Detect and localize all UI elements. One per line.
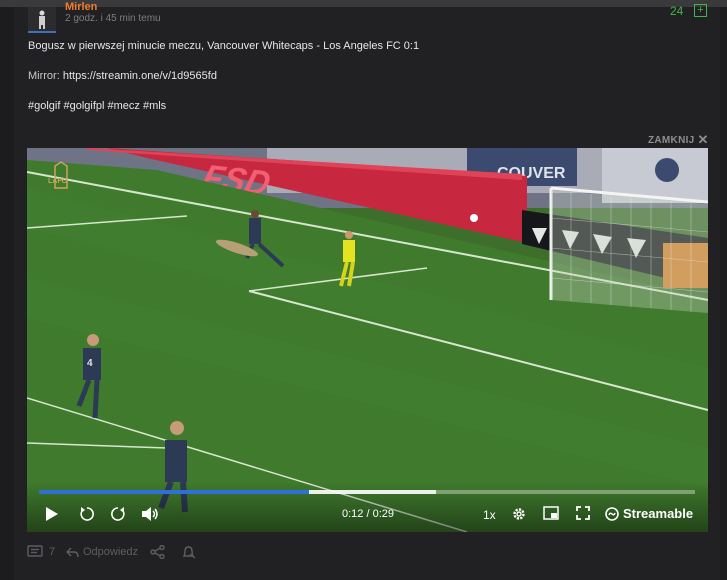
streamable-logo-icon — [605, 506, 619, 521]
avatar[interactable] — [28, 7, 56, 33]
player-number: 4 — [87, 358, 93, 369]
rewind-icon[interactable] — [79, 506, 95, 522]
author-name[interactable]: Mirlen — [65, 1, 97, 13]
avatar-figure — [39, 10, 45, 29]
post-text: Bogusz w pierwszej minucie meczu, Vancou… — [28, 40, 420, 52]
streamable-brand[interactable]: Streamable — [605, 506, 693, 521]
play-icon[interactable] — [45, 506, 59, 522]
video-frame: COUVER FSD 4 LAFC — [27, 148, 708, 532]
post-card: Mirlen 2 godz. i 45 min temu 24 + Bogusz… — [14, 1, 720, 580]
video-player[interactable]: COUVER FSD 4 LAFC 0:12 / 0:29 1x Streama… — [27, 148, 708, 532]
mirror-label: Mirror: — [28, 70, 60, 82]
reply-label: Odpowiedz — [83, 546, 139, 558]
mirror-link[interactable]: https://streamin.one/v/1d9565fd — [63, 70, 217, 82]
upvote-button[interactable]: + — [694, 4, 707, 17]
reply-button[interactable]: Odpowiedz — [65, 545, 138, 559]
settings-gear-icon[interactable] — [511, 506, 527, 522]
share-button[interactable] — [150, 545, 166, 559]
mirror-line: Mirror: https://streamin.one/v/1d9565fd — [28, 70, 217, 82]
post-tags[interactable]: #golgif #golgifpl #mecz #mls — [28, 100, 166, 112]
comments-icon — [27, 545, 43, 557]
close-video-button[interactable]: ZAMKNIJ ✕ — [648, 131, 709, 147]
post-timestamp: 2 godz. i 45 min temu — [65, 13, 161, 24]
speed-button[interactable]: 1x — [483, 508, 496, 522]
share-icon — [150, 545, 165, 559]
streamable-label: Streamable — [623, 506, 694, 521]
volume-icon[interactable] — [141, 506, 159, 522]
fullscreen-icon[interactable] — [576, 506, 590, 520]
reply-icon — [66, 547, 79, 558]
close-icon: ✕ — [697, 132, 709, 147]
progress-played — [39, 490, 310, 494]
forward-icon[interactable] — [110, 506, 126, 522]
comments-count: 7 — [49, 546, 56, 558]
comments-button[interactable]: 7 — [27, 545, 55, 559]
picture-in-picture-icon[interactable] — [543, 506, 559, 520]
video-time: 0:12 / 0:29 — [342, 508, 394, 520]
bell-icon — [182, 546, 196, 559]
lafc-logo: LAFC — [48, 178, 67, 185]
vote-score: 24 — [670, 4, 684, 18]
notify-button[interactable] — [181, 545, 197, 559]
video-progress-bar[interactable] — [39, 490, 695, 494]
top-bar — [0, 0, 727, 7]
close-label: ZAMKNIJ — [648, 135, 695, 146]
